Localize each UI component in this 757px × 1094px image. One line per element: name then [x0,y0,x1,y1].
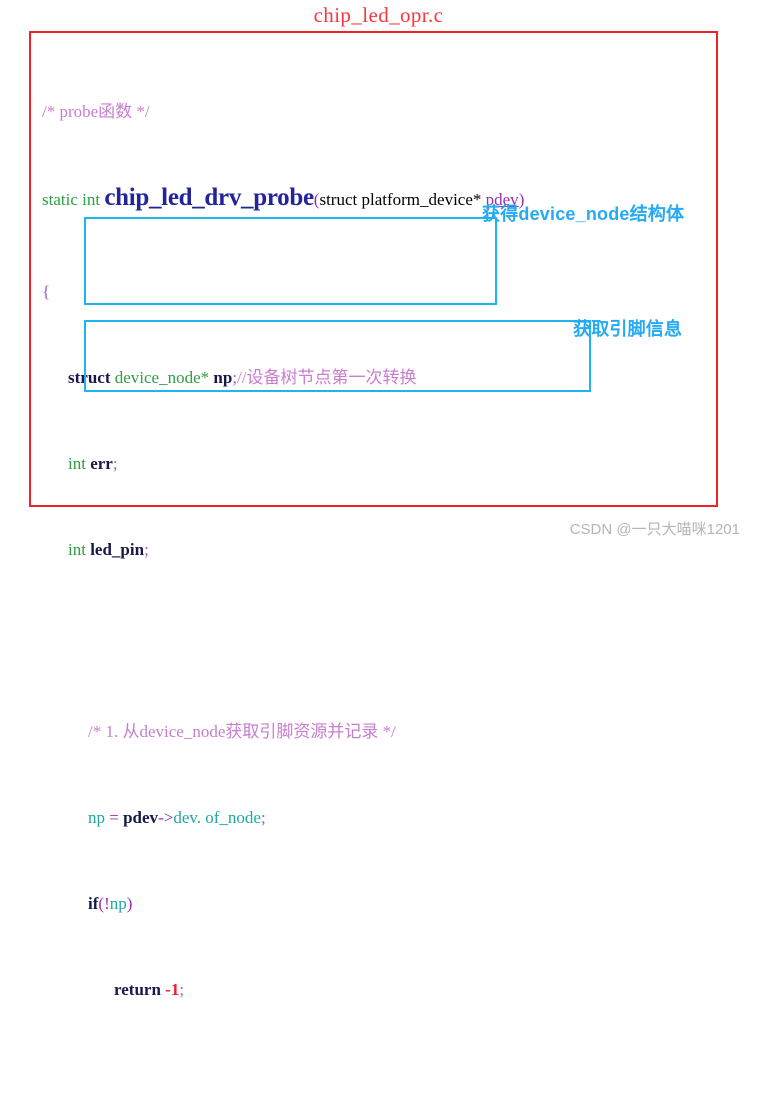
decl-err-type: int [68,454,91,473]
code-line-if-np: if(!np) [42,893,524,915]
np-lhs: np [88,808,105,827]
code-frame: /* probe函数 */ static int chip_led_drv_pr… [29,31,718,999]
decl-ledpin-semicolon: ; [144,540,149,559]
code-spacer-2 [42,1065,524,1075]
return-semicolon-1: ; [179,980,185,999]
pdev-ref: pdev [123,808,159,827]
page-title: chip_led_opr.c [313,3,444,27]
code-line-decl-ledpin: int led_pin; [42,539,524,561]
code-line-comment-probe: /* probe函数 */ [42,101,524,123]
annotation-device-node: 获得device_node结构体 [482,204,685,224]
function-name: chip_led_drv_probe [104,183,314,211]
if-keyword: if [88,894,99,913]
if-np-operand: np [109,894,127,913]
code-block: /* probe函数 */ static int chip_led_drv_pr… [42,36,524,1094]
decl-err-name: err [90,454,113,473]
annotation-pin-info: 获取引脚信息 [573,319,683,339]
return-keyword-1: return [114,980,166,999]
sig-param-type: platform_device* [357,189,486,209]
brace-open: { [42,282,51,301]
highlight-box-device-node [84,217,497,305]
decl-ledpin-name: led_pin [90,540,145,559]
arrow-op: -> [158,808,174,827]
code-line-return-minus-one: return -1; [42,979,524,1001]
np-assign-op: = [105,808,124,827]
sig-static-int: static int [42,189,105,209]
sig-struct-keyword: struct [319,189,358,209]
highlight-box-pin-info [84,320,591,392]
code-line-box1-comment: /* 1. 从device_node获取引脚资源并记录 */ [42,721,524,743]
comment-get-pin-resource: /* 1. 从device_node获取引脚资源并记录 */ [88,722,396,741]
decl-err-semicolon: ; [112,454,118,473]
code-line-np-assign: np = pdev->dev. of_node; [42,807,524,829]
np-assign-semicolon: ; [260,808,266,827]
of-node-field: dev. of_node [173,808,261,827]
code-line-signature: static int chip_led_drv_probe(struct pla… [42,183,524,217]
decl-ledpin-type: int [68,540,91,559]
return-value-minus-one: -1 [165,980,180,999]
comment-probe: /* probe函数 */ [42,101,150,121]
if-paren-close: ) [126,894,133,913]
watermark: CSDN @一只大喵咪1201 [569,521,740,538]
code-spacer-1 [42,625,524,635]
code-line-decl-err: int err; [42,453,524,475]
